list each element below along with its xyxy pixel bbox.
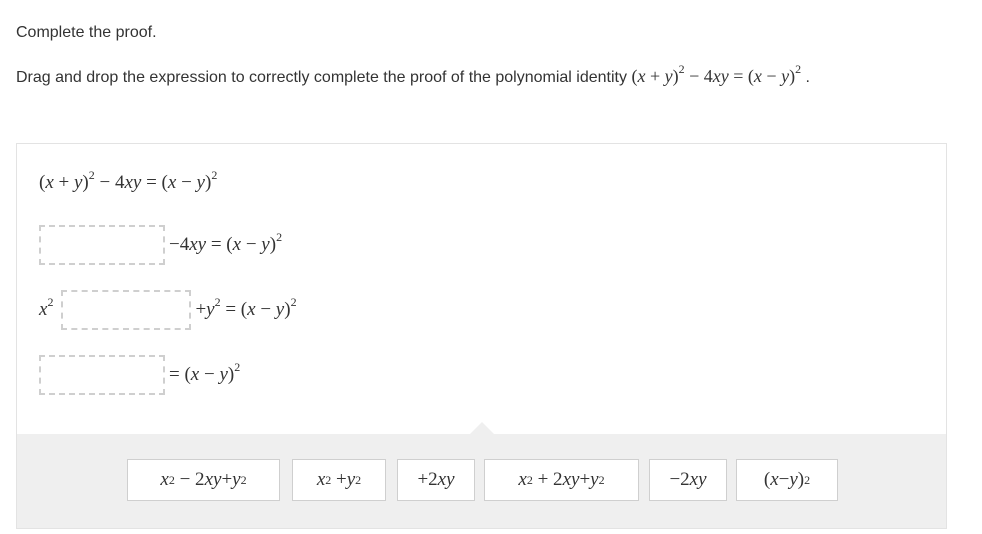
answer-tile-6[interactable]: (x − y) 2 bbox=[736, 459, 838, 501]
answer-tile-2[interactable]: x2 + y2 bbox=[292, 459, 386, 501]
answer-tray: x2 − 2 xy + y2 x2 + y2 +2 xy x2 + 2 xy + y2… bbox=[17, 434, 946, 528]
proof-line-4: = (x − y)2 bbox=[39, 355, 240, 395]
prompt-text: Drag and drop the expression to correctl… bbox=[16, 69, 627, 86]
proof-line-2-expression: −4xy = (x − y)2 bbox=[169, 230, 283, 255]
proof-panel: (x + y)2 − 4xy = (x − y)2 −4xy = (x − y)… bbox=[16, 143, 947, 529]
answer-tile-3[interactable]: +2 xy bbox=[397, 459, 475, 501]
proof-line-3: x2 +y2 = (x − y)2 bbox=[39, 290, 297, 330]
answer-tile-5[interactable]: −2 xy bbox=[649, 459, 727, 501]
identity-expression: (x + y)2 − 4xy = (x − y)2 bbox=[631, 62, 802, 86]
answer-tile-1[interactable]: x2 − 2 xy + y2 bbox=[127, 459, 280, 501]
proof-line-4-expression: = (x − y)2 bbox=[169, 360, 241, 385]
proof-line-2: −4xy = (x − y)2 bbox=[39, 225, 282, 265]
prompt-period: . bbox=[805, 69, 810, 86]
answer-tile-4[interactable]: x2 + 2 xy + y2 bbox=[484, 459, 639, 501]
question-prompt: Drag and drop the expression to correctl… bbox=[16, 62, 810, 87]
drop-zone-3[interactable] bbox=[39, 355, 165, 395]
proof-line-3-expression: +y2 = (x − y)2 bbox=[195, 295, 297, 320]
drop-zone-2[interactable] bbox=[61, 290, 192, 330]
proof-line-1: (x + y)2 − 4xy = (x − y)2 bbox=[39, 168, 218, 194]
question-title: Complete the proof. bbox=[16, 24, 157, 41]
proof-line-3-prefix: x2 bbox=[39, 295, 54, 320]
drop-zone-1[interactable] bbox=[39, 225, 165, 265]
proof-line-1-expression: (x + y)2 − 4xy = (x − y)2 bbox=[39, 168, 218, 193]
